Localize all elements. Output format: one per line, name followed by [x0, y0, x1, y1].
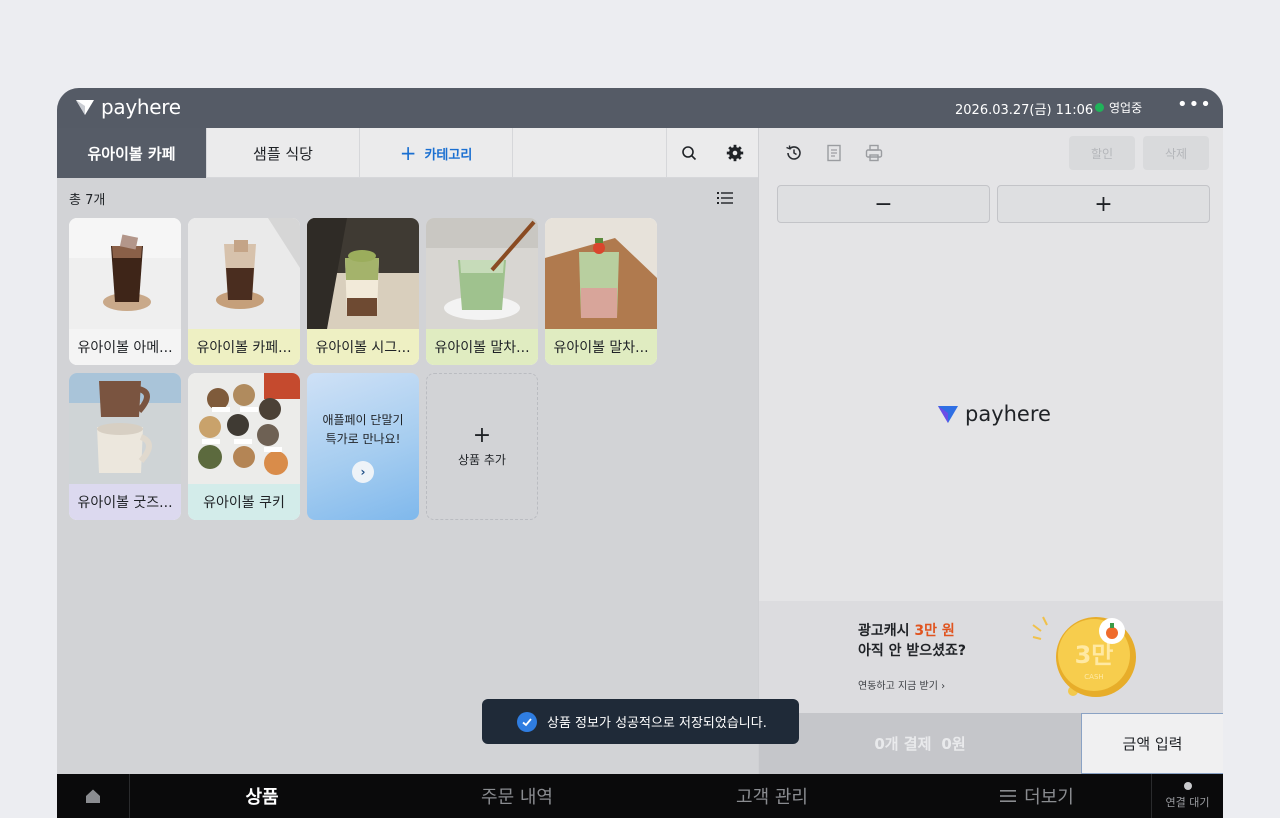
product-card[interactable]: 유아이볼 쿠키: [188, 373, 300, 520]
discount-button[interactable]: 할인: [1069, 136, 1135, 170]
order-empty-logo: payhere: [937, 402, 1051, 426]
status-dot-icon: [1095, 103, 1104, 112]
product-count: 총 7개: [69, 193, 106, 208]
delete-button[interactable]: 삭제: [1143, 136, 1209, 170]
product-name: 유아이볼 굿즈...: [69, 484, 181, 520]
promo-line-1: 애플페이 단말기: [322, 413, 404, 427]
product-card[interactable]: 유아이볼 말차...: [426, 218, 538, 365]
payhere-logo-icon: [938, 406, 958, 423]
home-icon: [86, 789, 100, 803]
brand-wordmark: payhere: [101, 95, 181, 119]
add-category-button[interactable]: + 카테고리: [360, 128, 513, 178]
printer-icon: [865, 144, 883, 162]
cash-coin-icon: 3만 CASH: [1032, 616, 1136, 697]
history-button[interactable]: [776, 128, 812, 178]
product-image-cookies: [188, 373, 300, 484]
receipt-icon: [827, 144, 841, 162]
home-button[interactable]: [57, 774, 130, 818]
plus-icon: +: [399, 141, 417, 165]
order-panel: 할인 삭제 − + payhere 광고캐시 3만 원 아직 안 받으셨죠? 연…: [758, 128, 1223, 774]
ad-cash-banner[interactable]: 광고캐시 3만 원 아직 안 받으셨죠? 연동하고 지금 받기 › 3만 CAS…: [759, 601, 1223, 713]
ad-line1-prefix: 광고캐시: [858, 623, 915, 639]
svg-text:CASH: CASH: [1084, 673, 1103, 681]
quantity-plus-button[interactable]: +: [997, 185, 1210, 223]
product-image-signature: [307, 218, 419, 329]
product-card[interactable]: 유아이볼 시그...: [307, 218, 419, 365]
product-card[interactable]: 유아이볼 아메...: [69, 218, 181, 365]
status-label: 영업중: [1109, 101, 1143, 115]
search-button[interactable]: [666, 128, 711, 178]
hamburger-icon: [1000, 790, 1017, 802]
pos-device: payhere 2026.03.27(금) 11:06 영업중 ••• 유아이볼…: [57, 88, 1223, 818]
connection-status: 연결 대기: [1151, 774, 1223, 818]
product-panel: 유아이볼 카페 샘플 식당 + 카테고리 총 7개 유아이볼 아메... 유아이…: [57, 128, 758, 774]
nav-more-label: 더보기: [1024, 787, 1074, 808]
receipt-button[interactable]: [816, 128, 852, 178]
print-button[interactable]: [856, 128, 892, 178]
ad-link[interactable]: 연동하고 지금 받기 ›: [858, 677, 945, 692]
product-card[interactable]: 유아이볼 굿즈...: [69, 373, 181, 520]
product-name: 유아이볼 말차...: [426, 329, 538, 365]
brand-wordmark: payhere: [965, 402, 1051, 426]
product-name: 유아이볼 쿠키: [188, 484, 300, 520]
search-icon: [682, 146, 697, 161]
apple-pay-promo-card[interactable]: 애플페이 단말기 특가로 만나요! ›: [307, 373, 419, 520]
save-success-toast: 상품 정보가 성공적으로 저장되었습니다.: [482, 699, 799, 744]
add-category-label: 카테고리: [424, 147, 473, 163]
connection-label: 연결 대기: [1165, 796, 1210, 809]
product-name: 유아이볼 말차...: [545, 329, 657, 365]
chevron-right-icon: ›: [352, 461, 374, 483]
category-tabs: 유아이볼 카페 샘플 식당 + 카테고리: [57, 128, 758, 178]
product-image-iced-americano: [69, 218, 181, 329]
product-image-cafe-latte: [188, 218, 300, 329]
pay-count: 0개 결제: [874, 735, 932, 753]
amount-input-button[interactable]: 금액 입력: [1081, 713, 1223, 774]
history-icon: [786, 145, 801, 160]
svg-text:3만: 3만: [1075, 641, 1114, 669]
connection-dot-icon: [1183, 782, 1192, 790]
pay-amount: 0원: [941, 735, 966, 753]
nav-more[interactable]: 더보기: [967, 774, 1107, 818]
product-name: 유아이볼 시그...: [307, 329, 419, 365]
toast-message: 상품 정보가 성공적으로 저장되었습니다.: [547, 716, 767, 731]
bottom-nav: 상품 주문 내역 고객 관리 더보기 연결 대기: [57, 774, 1223, 818]
check-circle-icon: [517, 711, 537, 732]
tab-sample-restaurant[interactable]: 샘플 식당: [207, 128, 360, 178]
product-image-goods-mug: [69, 373, 181, 484]
product-name: 유아이볼 카페...: [188, 329, 300, 365]
add-product-button[interactable]: + 상품 추가: [426, 373, 538, 520]
settings-button[interactable]: [712, 128, 757, 178]
top-bar: payhere 2026.03.27(금) 11:06 영업중 •••: [57, 88, 1223, 128]
ad-line2: 아직 안 받으셨죠?: [858, 643, 967, 659]
nav-customers[interactable]: 고객 관리: [707, 774, 837, 818]
ad-headline: 광고캐시 3만 원 아직 안 받으셨죠?: [858, 621, 966, 661]
brand-logo: payhere: [75, 95, 181, 119]
gear-icon: [726, 144, 743, 162]
product-image-matcha-latte: [426, 218, 538, 329]
promo-text: 애플페이 단말기 특가로 만나요!: [322, 411, 403, 449]
nav-order-history[interactable]: 주문 내역: [452, 774, 582, 818]
product-name: 유아이볼 아메...: [69, 329, 181, 365]
product-card[interactable]: 유아이볼 카페...: [188, 218, 300, 365]
product-image-matcha-strawberry: [545, 218, 657, 329]
quantity-minus-button[interactable]: −: [777, 185, 990, 223]
ad-line1-emphasis: 3만 원: [914, 623, 955, 639]
plus-icon: +: [472, 423, 492, 448]
add-product-label: 상품 추가: [458, 453, 506, 467]
date-time: 2026.03.27(금) 11:06: [955, 103, 1094, 118]
list-icon: [717, 192, 733, 204]
payhere-logo-icon: [76, 100, 94, 115]
pay-button[interactable]: 0개 결제 0원: [759, 713, 1081, 774]
product-card[interactable]: 유아이볼 말차...: [545, 218, 657, 365]
store-status: 영업중: [1095, 99, 1142, 116]
tab-uiball-cafe[interactable]: 유아이볼 카페: [57, 128, 207, 178]
nav-products[interactable]: 상품: [197, 774, 327, 818]
list-view-button[interactable]: [717, 190, 733, 209]
promo-line-2: 특가로 만나요!: [325, 432, 401, 446]
more-menu-icon[interactable]: •••: [1177, 94, 1212, 115]
